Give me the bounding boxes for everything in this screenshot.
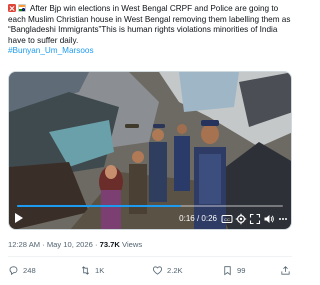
reply-icon — [9, 265, 18, 275]
repost-count: 1K — [95, 265, 105, 275]
reply-button[interactable]: 248 — [8, 262, 36, 278]
like-count: 2.2K — [167, 265, 183, 275]
tweet-text: After Bjp win elections in West Bengal C… — [8, 4, 292, 57]
fullscreen-icon[interactable] — [249, 213, 261, 225]
bookmark-icon — [224, 265, 231, 275]
volume-icon[interactable] — [263, 213, 275, 225]
reply-count: 248 — [23, 265, 36, 275]
play-icon[interactable] — [15, 213, 23, 223]
repost-icon — [81, 265, 90, 275]
tweet-meta: 12:28 AM · May 10, 2026 · 73.7K Views — [8, 240, 142, 249]
video-time: 0:16 / 0:26 — [179, 214, 217, 223]
more-icon[interactable] — [277, 213, 289, 225]
settings-gear-icon[interactable] — [235, 213, 247, 225]
video-player[interactable]: 0:16 / 0:26 CC — [8, 71, 292, 230]
heart-icon — [152, 265, 163, 275]
action-bar: 248 1K 2.2K 99 — [8, 262, 292, 278]
tweet: After Bjp win elections in West Bengal C… — [0, 0, 300, 285]
share-icon — [281, 265, 290, 275]
bookmark-button[interactable]: 99 — [222, 262, 245, 278]
share-button[interactable] — [280, 262, 291, 278]
views-count: 73.7K — [99, 240, 120, 249]
timestamp[interactable]: 12:28 AM · May 10, 2026 · — [8, 240, 98, 249]
svg-text:CC: CC — [224, 217, 230, 222]
views-label: Views — [122, 240, 143, 249]
bookmark-count: 99 — [237, 265, 246, 275]
tweet-body: After Bjp win elections in West Bengal C… — [8, 4, 291, 45]
india-flag-icon — [18, 4, 26, 12]
video-progress-fill — [17, 205, 181, 207]
video-progress-bar[interactable] — [17, 205, 283, 207]
like-button[interactable]: 2.2K — [152, 262, 183, 278]
closed-captions-icon[interactable]: CC — [221, 213, 233, 225]
repost-button[interactable]: 1K — [80, 262, 104, 278]
video-controls: 0:16 / 0:26 CC — [9, 203, 291, 229]
divider — [8, 256, 292, 257]
hashtag-link[interactable]: #Bunyan_Um_Marsoos — [8, 46, 94, 55]
cross-mark-emoji-icon — [8, 4, 16, 12]
